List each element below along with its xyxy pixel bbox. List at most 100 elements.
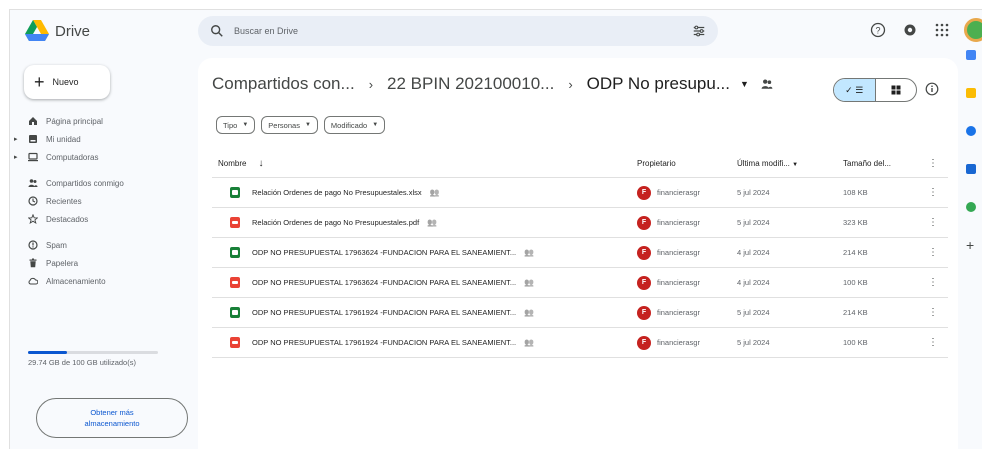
breadcrumb-item-shared[interactable]: Compartidos con... [212,74,355,94]
grid-view-button[interactable] [876,79,917,101]
file-name[interactable]: ODP NO PRESUPUESTAL 17961924 -FUNDACION … [252,308,516,317]
table-row[interactable]: Relación Ordenes de pago No Presupuestal… [212,178,948,208]
more-actions-icon[interactable]: ⋮ [918,307,948,318]
file-name[interactable]: ODP NO PRESUPUESTAL 17963624 -FUNDACION … [252,278,516,287]
list-view-button[interactable]: ✓ ☰ [834,79,876,101]
drive-window: Drive Buscar en Drive ? + Nuevo Página p… [9,9,982,449]
column-size[interactable]: Tamaño del... [843,159,918,168]
column-modified[interactable]: Última modifi... ▼ [737,159,843,168]
add-addon-icon[interactable]: + [966,238,982,252]
sidebar-item-computers[interactable]: ▸ Computadoras [10,148,190,166]
owner-avatar[interactable]: F [637,215,651,230]
sidebar-item-shared-with-me[interactable]: Compartidos conmigo [10,174,190,192]
contacts-icon[interactable] [966,164,976,174]
owner-avatar[interactable]: F [637,305,651,320]
file-name-cell: Relación Ordenes de pago No Presupuestal… [212,187,637,198]
column-name[interactable]: Nombre ↓ [212,158,637,169]
sort-arrow-down-icon[interactable]: ↓ [258,158,263,169]
file-name-cell: ODP NO PRESUPUESTAL 17961924 -FUNDACION … [212,307,637,318]
sidebar-item-home[interactable]: Página principal [10,112,190,130]
file-name[interactable]: ODP NO PRESUPUESTAL 17961924 -FUNDACION … [252,338,516,347]
file-size: 100 KB [843,338,868,347]
table-row[interactable]: Relación Ordenes de pago No Presupuestal… [212,208,948,238]
keep-icon[interactable] [966,88,976,98]
apps-grid-icon[interactable] [932,20,952,40]
file-name[interactable]: Relación Ordenes de pago No Presupuestal… [252,188,422,197]
sidebar-item-label: Página principal [46,116,103,126]
chevron-down-icon: ▼ [304,122,311,128]
settings-gear-icon[interactable] [900,20,920,40]
owner-avatar[interactable]: F [637,185,651,200]
view-toggle: ✓ ☰ [833,78,917,102]
owner-name: financierasgr [657,218,700,227]
get-storage-label-line2: almacenamiento [84,419,140,428]
expand-arrow-icon[interactable]: ▸ [14,153,18,161]
storage-progress-fill [28,351,67,354]
maps-icon[interactable] [966,202,976,212]
modified-date: 5 jul 2024 [737,188,770,197]
plus-icon: + [34,72,45,92]
sidebar-item-label: Computadoras [46,152,99,162]
sidebar-item-spam[interactable]: Spam [10,236,190,254]
owner-avatar[interactable]: F [637,335,651,350]
breadcrumb-item-current[interactable]: ODP No presupu... [587,74,730,94]
account-avatar[interactable] [964,18,982,42]
table-row[interactable]: ODP NO PRESUPUESTAL 17961924 -FUNDACION … [212,298,948,328]
more-actions-icon[interactable]: ⋮ [918,247,948,258]
breadcrumb: Compartidos con... › 22 BPIN 202100010..… [212,74,773,94]
search-bar[interactable]: Buscar en Drive [198,16,718,46]
calendar-icon[interactable] [966,50,976,60]
table-row[interactable]: ODP NO PRESUPUESTAL 17963624 -FUNDACION … [212,268,948,298]
file-name[interactable]: ODP NO PRESUPUESTAL 17963624 -FUNDACION … [252,248,516,257]
breadcrumb-item-bpin[interactable]: 22 BPIN 202100010... [387,74,554,94]
sidebar-item-label: Mi unidad [46,134,81,144]
filter-people[interactable]: Personas ▼ [261,116,318,134]
app-title: Drive [55,22,91,40]
file-name[interactable]: Relación Ordenes de pago No Presupuestal… [252,218,419,227]
filter-type[interactable]: Tipo ▼ [216,116,256,134]
column-name-label: Nombre [218,159,247,168]
file-size: 214 KB [843,248,868,257]
new-button[interactable]: + Nuevo [24,65,110,99]
modified-date: 5 jul 2024 [737,308,770,317]
shared-icon: 👥 [524,278,535,287]
column-options-icon[interactable]: ⋮ [918,158,948,169]
file-name-cell: ODP NO PRESUPUESTAL 17963624 -FUNDACION … [212,247,637,258]
help-icon[interactable]: ? [868,20,888,40]
expand-arrow-icon[interactable]: ▸ [14,135,18,143]
sidebar-item-label: Recientes [46,196,82,206]
file-size: 108 KB [843,188,868,197]
svg-text:?: ? [875,26,880,36]
owner-avatar[interactable]: F [637,245,651,260]
column-owner[interactable]: Propietario [637,159,737,168]
folder-menu-dropdown-icon[interactable]: ▼ [740,79,749,89]
sidebar-item-storage[interactable]: Almacenamiento [10,272,190,290]
table-row[interactable]: ODP NO PRESUPUESTAL 17963624 -FUNDACION … [212,238,948,268]
get-more-storage-button[interactable]: Obtener más almacenamiento [36,398,188,438]
drive-logo[interactable]: Drive [25,20,90,42]
more-actions-icon[interactable]: ⋮ [918,217,948,228]
owner-cell: F financierasgr [637,185,737,200]
sidebar-item-starred[interactable]: Destacados [10,210,190,228]
owner-avatar[interactable]: F [637,275,651,290]
more-actions-icon[interactable]: ⋮ [918,187,948,198]
table-row[interactable]: ODP NO PRESUPUESTAL 17961924 -FUNDACION … [212,328,948,358]
more-actions-icon[interactable]: ⋮ [918,277,948,288]
checkmark-icon: ✓ [845,84,853,95]
more-actions-icon[interactable]: ⋮ [918,337,948,348]
search-icon[interactable] [210,24,224,38]
owner-name: financierasgr [657,248,700,257]
modified-date: 4 jul 2024 [737,248,770,257]
info-icon[interactable] [925,82,939,96]
search-input[interactable]: Buscar en Drive [234,26,692,36]
sidebar-item-my-drive[interactable]: ▸ Mi unidad [10,130,190,148]
sidebar-item-trash[interactable]: Papelera [10,254,190,272]
shared-icon: 👥 [429,188,440,197]
drive-icon [28,134,38,144]
search-options-icon[interactable] [692,24,706,38]
sidebar-item-recent[interactable]: Recientes [10,192,190,210]
pdf-file-icon [230,277,240,288]
clock-icon [28,196,38,206]
tasks-icon[interactable] [966,126,976,136]
filter-modified[interactable]: Modificado ▼ [323,116,386,134]
